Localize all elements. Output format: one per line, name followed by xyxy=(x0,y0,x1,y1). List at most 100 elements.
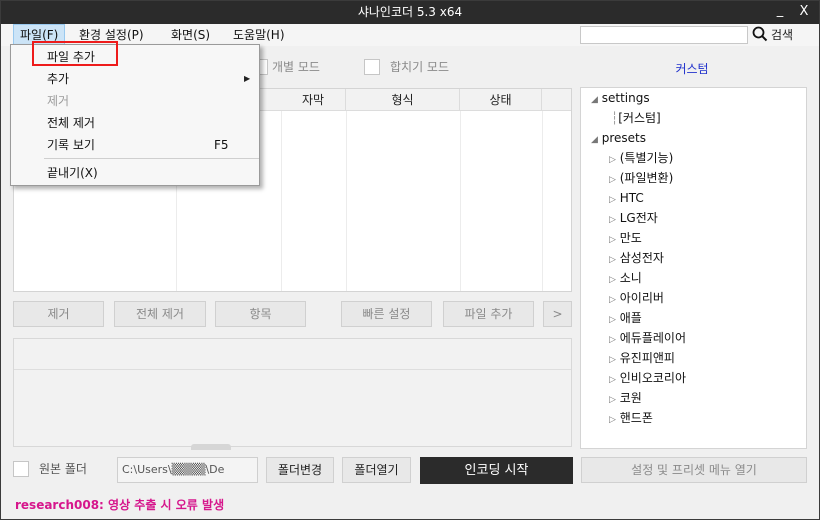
collapsed-arrow-icon[interactable]: ▷ xyxy=(609,375,616,385)
menu-help[interactable]: 도움말(H) xyxy=(227,24,291,46)
menu-item-label: 추가 xyxy=(47,72,70,86)
collapsed-arrow-icon[interactable]: ▷ xyxy=(609,195,616,205)
tree-node-preset[interactable]: ▷ 소니 xyxy=(609,268,642,288)
log-divider xyxy=(14,369,571,370)
remove-button[interactable]: 제거 xyxy=(13,301,104,327)
open-folder-button[interactable]: 폴더열기 xyxy=(342,457,411,483)
tree-node-preset[interactable]: ▷ 삼성전자 xyxy=(609,248,664,268)
change-folder-button[interactable]: 폴더변경 xyxy=(266,457,334,483)
tree-node-label: 애플 xyxy=(619,311,642,325)
status-message: research008: 영상 추출 시 오류 발생 xyxy=(15,498,225,512)
items-button[interactable]: 항목 xyxy=(215,301,306,327)
more-button[interactable]: > xyxy=(543,301,572,327)
menu-item-remove: 제거 xyxy=(12,90,258,112)
file-menu-dropdown: 파일 추가 추가 ▶ 제거 전체 제거 기록 보기 F5 끝내기(X) xyxy=(10,44,260,186)
menu-item-remove-all[interactable]: 전체 제거 xyxy=(12,112,258,134)
splitter-handle[interactable] xyxy=(191,444,231,450)
tree-node-label: (특별기능) xyxy=(619,151,674,165)
tree-node-preset[interactable]: ▷ 아이리버 xyxy=(609,288,664,308)
tree-node-presets[interactable]: ◢ presets xyxy=(591,128,646,148)
output-path-field[interactable]: C:\Users\▒▒▒▒\De xyxy=(117,457,258,483)
collapsed-arrow-icon[interactable]: ▷ xyxy=(609,335,616,345)
collapsed-arrow-icon[interactable]: ▷ xyxy=(609,175,616,185)
expanded-arrow-icon[interactable]: ◢ xyxy=(591,95,598,105)
tree-node-preset[interactable]: ▷ (특별기능) xyxy=(609,148,673,168)
window-title: 샤나인코더 5.3 x64 xyxy=(357,5,463,19)
tree-node-label: settings xyxy=(601,91,650,105)
source-folder-checkbox[interactable] xyxy=(13,461,29,477)
settings-preset-menu-button[interactable]: 설정 및 프리셋 메뉴 열기 xyxy=(581,457,807,483)
collapsed-arrow-icon[interactable]: ▷ xyxy=(609,395,616,405)
column-divider xyxy=(460,111,461,291)
tree-node-label: [커스텀] xyxy=(618,111,661,125)
tree-node-preset[interactable]: ▷ 코원 xyxy=(609,388,642,408)
merge-mode-checkbox[interactable] xyxy=(364,59,380,75)
tree-node-settings[interactable]: ◢ settings xyxy=(591,88,650,108)
collapsed-arrow-icon[interactable]: ▷ xyxy=(609,315,616,325)
tree-node-label: HTC xyxy=(619,191,644,205)
menu-file[interactable]: 파일(F) xyxy=(13,24,66,46)
menu-item-label: 끝내기(X) xyxy=(47,166,98,180)
menu-view[interactable]: 화면(S) xyxy=(165,24,216,46)
merge-mode-label: 합치기 모드 xyxy=(390,60,450,74)
tree-node-preset[interactable]: ▷ 인비오코리아 xyxy=(609,368,686,388)
collapsed-arrow-icon[interactable]: ▷ xyxy=(609,235,616,245)
tree-node-preset[interactable]: ▷ 핸드폰 xyxy=(609,408,653,428)
search-button[interactable]: 검색 xyxy=(771,26,793,44)
tree-node-label: 인비오코리아 xyxy=(619,371,686,385)
tree-node-label: 에듀플레이어 xyxy=(619,331,686,345)
column-header-subtitle[interactable]: 자막 xyxy=(281,89,346,111)
collapsed-arrow-icon[interactable]: ▷ xyxy=(609,295,616,305)
custom-link[interactable]: 커스텀 xyxy=(632,60,752,77)
preset-tree[interactable]: ◢ settings ┆[커스텀] ◢ presets ▷ (특별기능) ▷ (파… xyxy=(580,87,807,449)
close-button[interactable]: X xyxy=(792,0,816,24)
tree-node-label: LG전자 xyxy=(619,211,658,225)
menu-environment-settings[interactable]: 환경 설정(P) xyxy=(73,24,150,46)
search-icon[interactable] xyxy=(752,25,768,43)
menu-item-label: 파일 추가 xyxy=(47,50,95,64)
add-file-button[interactable]: 파일 추가 xyxy=(443,301,534,327)
tree-node-label: 유진피앤피 xyxy=(619,351,675,365)
minimize-button[interactable]: _ xyxy=(768,0,792,24)
expanded-arrow-icon[interactable]: ◢ xyxy=(591,135,598,145)
tree-node-label: 소니 xyxy=(619,271,642,285)
tree-node-preset[interactable]: ▷ 에듀플레이어 xyxy=(609,328,686,348)
tree-node-preset[interactable]: ▷ HTC xyxy=(609,188,644,208)
column-divider xyxy=(346,111,347,291)
menu-item-label: 기록 보기 xyxy=(47,138,95,152)
start-encoding-button[interactable]: 인코딩 시작 xyxy=(420,457,573,484)
menu-item-view-history[interactable]: 기록 보기 F5 xyxy=(12,134,258,156)
column-divider xyxy=(281,111,282,291)
tree-node-preset[interactable]: ▷ 유진피앤피 xyxy=(609,348,675,368)
menu-separator xyxy=(44,158,259,159)
collapsed-arrow-icon[interactable]: ▷ xyxy=(609,155,616,165)
column-header-status[interactable]: 상태 xyxy=(460,89,542,111)
collapsed-arrow-icon[interactable]: ▷ xyxy=(609,355,616,365)
quick-settings-button[interactable]: 빠른 설정 xyxy=(341,301,432,327)
log-panel xyxy=(13,338,572,447)
tree-node-preset[interactable]: ▷ 만도 xyxy=(609,228,642,248)
tree-node-label: 핸드폰 xyxy=(619,411,653,425)
menu-item-exit[interactable]: 끝내기(X) xyxy=(12,162,258,184)
menu-item-label: 제거 xyxy=(47,94,70,108)
collapsed-arrow-icon[interactable]: ▷ xyxy=(609,415,616,425)
menu-item-add-file[interactable]: 파일 추가 xyxy=(12,46,258,68)
tree-node-custom[interactable]: ┆[커스텀] xyxy=(611,108,661,128)
remove-all-button[interactable]: 전체 제거 xyxy=(114,301,206,327)
tree-node-preset[interactable]: ▷ (파일변환) xyxy=(609,168,673,188)
tree-node-label: presets xyxy=(601,131,647,145)
collapsed-arrow-icon[interactable]: ▷ xyxy=(609,255,616,265)
menu-item-add[interactable]: 추가 ▶ xyxy=(12,68,258,90)
title-bar: 샤나인코더 5.3 x64 _ X xyxy=(0,0,820,24)
tree-node-label: 만도 xyxy=(619,231,642,245)
tree-node-label: 아이리버 xyxy=(619,291,664,305)
tree-node-label: (파일변환) xyxy=(619,171,674,185)
shortcut-label: F5 xyxy=(214,138,229,152)
column-divider xyxy=(542,111,543,291)
column-header-format[interactable]: 형식 xyxy=(346,89,460,111)
collapsed-arrow-icon[interactable]: ▷ xyxy=(609,215,616,225)
tree-node-preset[interactable]: ▷ LG전자 xyxy=(609,208,658,228)
collapsed-arrow-icon[interactable]: ▷ xyxy=(609,275,616,285)
tree-node-preset[interactable]: ▷ 애플 xyxy=(609,308,642,328)
search-input[interactable] xyxy=(580,26,748,44)
